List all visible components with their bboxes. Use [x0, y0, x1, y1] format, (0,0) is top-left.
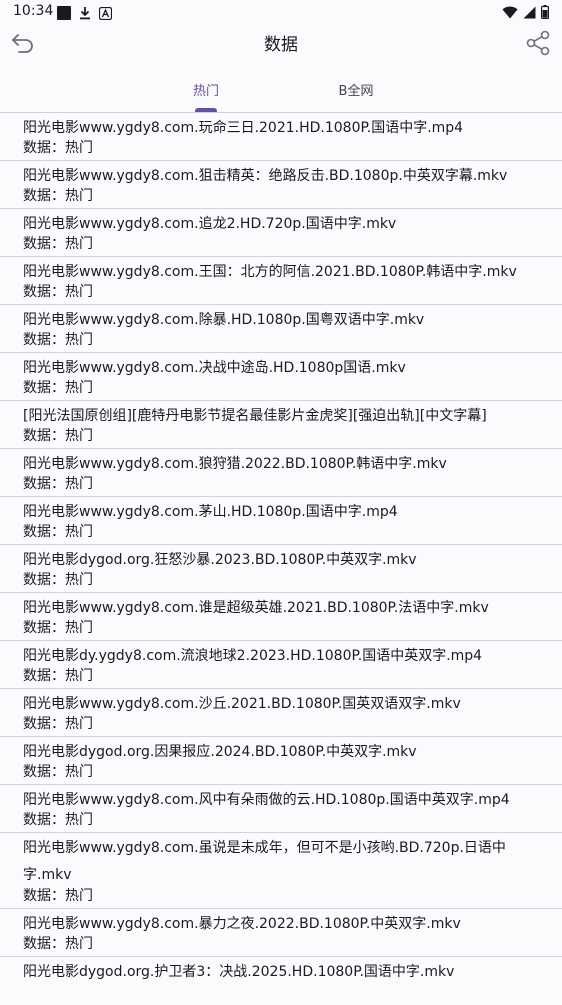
item-title: 阳光电影www.ygdy8.com.追龙2.HD.720p.国语中字.mkv [23, 216, 397, 232]
item-title: 阳光电影www.ygdy8.com.玩命三日.2021.HD.1080P.国语中… [23, 120, 464, 136]
list-item[interactable]: 阳光电影www.ygdy8.com.风中有朵雨做的云.HD.1080p.国语中英… [0, 785, 562, 833]
list-item[interactable]: 阳光电影www.ygdy8.com.决战中途岛.HD.1080p国语.mkv 数… [0, 353, 562, 401]
list-item[interactable]: 阳光电影www.ygdy8.com.除暴.HD.1080p.国粤双语中字.mkv… [0, 305, 562, 353]
item-title: 阳光电影www.ygdy8.com.茅山.HD.1080p.国语中字.mp4 [23, 504, 398, 520]
item-title: 阳光电影www.ygdy8.com.沙丘.2021.BD.1080P.国英双语双… [23, 696, 461, 712]
font-a-icon [98, 5, 113, 24]
list-item[interactable]: 阳光电影www.ygdy8.com.王国：北方的阿信.2021.BD.1080P… [0, 257, 562, 305]
list-item[interactable]: 阳光电影www.ygdy8.com.狙击精英：绝路反击.BD.1080p.中英双… [0, 161, 562, 209]
item-title: 阳光电影dygod.org.狂怒沙暴.2023.BD.1080P.中英双字.mk… [23, 552, 417, 568]
item-title: 阳光电影www.ygdy8.com.谁是超级英雄.2021.BD.1080P.法… [23, 600, 489, 616]
list-item[interactable]: 阳光电影www.ygdy8.com.沙丘.2021.BD.1080P.国英双语双… [0, 689, 562, 737]
list-item[interactable]: 阳光电影www.ygdy8.com.谁是超级英雄.2021.BD.1080P.法… [0, 593, 562, 641]
list-item[interactable]: 阳光电影dygod.org.护卫者3：决战.2025.HD.1080P.国语中字… [0, 957, 562, 1005]
item-title: [阳光法国原创组][鹿特丹电影节提名最佳影片金虎奖][强迫出轨][中文字幕] [23, 408, 487, 424]
item-title: 阳光电影dygod.org.护卫者3：决战.2025.HD.1080P.国语中字… [23, 964, 455, 980]
data-list: 阳光电影www.ygdy8.com.玩命三日.2021.HD.1080P.国语中… [0, 113, 562, 1005]
item-source: 数据：热门 [23, 428, 93, 444]
notification-square-icon [57, 5, 71, 24]
download-icon [79, 5, 91, 24]
list-item[interactable]: 阳光电影www.ygdy8.com.追龙2.HD.720p.国语中字.mkv 数… [0, 209, 562, 257]
item-source: 数据：热门 [23, 380, 93, 396]
item-source: 数据：热门 [23, 716, 93, 732]
battery-icon [541, 4, 550, 23]
list-item[interactable]: 阳光电影www.ygdy8.com.虽说是未成年，但可不是小孩哟.BD.720p… [0, 833, 562, 909]
item-source: 数据：热门 [23, 888, 93, 904]
wifi-icon [502, 4, 518, 23]
share-icon [525, 30, 551, 60]
item-source: 数据：热门 [23, 620, 93, 636]
item-title: 阳光电影www.ygdy8.com.虽说是未成年，但可不是小孩哟.BD.720p… [23, 840, 506, 883]
tab-hot[interactable]: 热门 [176, 80, 236, 99]
item-source: 数据：热门 [23, 812, 93, 828]
list-item[interactable]: 阳光电影www.ygdy8.com.暴力之夜.2022.BD.1080P.中英双… [0, 909, 562, 957]
list-item[interactable]: 阳光电影dygod.org.狂怒沙暴.2023.BD.1080P.中英双字.mk… [0, 545, 562, 593]
item-source: 数据：热门 [23, 524, 93, 540]
item-title: 阳光电影dygod.org.因果报应.2024.BD.1080P.中英双字.mk… [23, 744, 417, 760]
item-title: 阳光电影www.ygdy8.com.决战中途岛.HD.1080p国语.mkv [23, 360, 406, 376]
list-item[interactable]: 阳光电影dygod.org.因果报应.2024.BD.1080P.中英双字.mk… [0, 737, 562, 785]
status-bar: 10:34 [0, 0, 562, 24]
item-title: 阳光电影www.ygdy8.com.狙击精英：绝路反击.BD.1080p.中英双… [23, 168, 508, 184]
item-source: 数据：热门 [23, 764, 93, 780]
item-title: 阳光电影www.ygdy8.com.狼狩猎.2022.BD.1080P.韩语中字… [23, 456, 447, 472]
item-source: 数据：热门 [23, 476, 93, 492]
signal-icon [523, 4, 536, 23]
item-source: 数据：热门 [23, 668, 93, 684]
item-source: 数据：热门 [23, 572, 93, 588]
tab-b-all-net[interactable]: B全网 [326, 80, 386, 99]
status-icons-left [57, 5, 113, 24]
item-source: 数据：热门 [23, 284, 93, 300]
item-source: 数据：热门 [23, 936, 93, 952]
item-title: 阳光电影www.ygdy8.com.王国：北方的阿信.2021.BD.1080P… [23, 264, 517, 280]
list-item[interactable]: 阳光电影www.ygdy8.com.玩命三日.2021.HD.1080P.国语中… [0, 113, 562, 161]
item-title: 阳光电影dy.ygdy8.com.流浪地球2.2023.HD.1080P.国语中… [23, 648, 483, 664]
list-item[interactable]: 阳光电影www.ygdy8.com.茅山.HD.1080p.国语中字.mp4 数… [0, 497, 562, 545]
list-item[interactable]: [阳光法国原创组][鹿特丹电影节提名最佳影片金虎奖][强迫出轨][中文字幕] 数… [0, 401, 562, 449]
item-source: 数据：热门 [23, 236, 93, 252]
item-title: 阳光电影www.ygdy8.com.暴力之夜.2022.BD.1080P.中英双… [23, 916, 461, 932]
page-title: 数据 [264, 35, 298, 55]
item-source: 数据：热门 [23, 140, 93, 156]
app-bar: 数据 [0, 24, 562, 64]
tab-bar: 热门 B全网 [0, 72, 562, 113]
list-item[interactable]: 阳光电影dy.ygdy8.com.流浪地球2.2023.HD.1080P.国语中… [0, 641, 562, 689]
item-source: 数据：热门 [23, 332, 93, 348]
tab-indicator [195, 108, 217, 112]
share-button[interactable] [524, 30, 552, 60]
item-source: 数据：热门 [23, 188, 93, 204]
status-icons-right [502, 4, 550, 23]
item-title: 阳光电影www.ygdy8.com.风中有朵雨做的云.HD.1080p.国语中英… [23, 792, 510, 808]
status-time: 10:34 [13, 3, 54, 19]
item-title: 阳光电影www.ygdy8.com.除暴.HD.1080p.国粤双语中字.mkv [23, 312, 425, 328]
list-item[interactable]: 阳光电影www.ygdy8.com.狼狩猎.2022.BD.1080P.韩语中字… [0, 449, 562, 497]
